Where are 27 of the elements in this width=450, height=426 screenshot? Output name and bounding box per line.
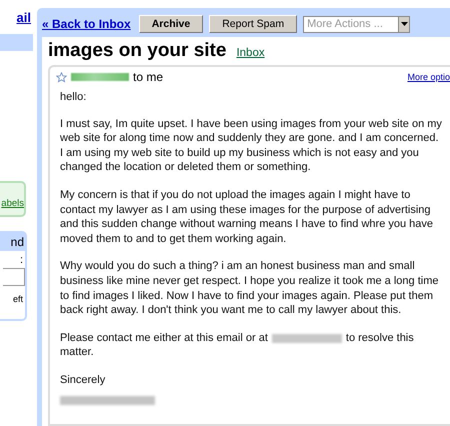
toolbar-button[interactable]: Report Spam xyxy=(209,15,298,33)
message-text: Please contact me either at this email or at xyxy=(60,330,268,346)
toolbar-button[interactable]: Archive xyxy=(138,15,204,33)
panel-title: nd xyxy=(0,233,25,251)
sidebar-band xyxy=(0,34,33,51)
sidebar-link[interactable]: ail xyxy=(0,10,33,25)
star-icon[interactable] xyxy=(56,72,67,82)
redacted-phone xyxy=(272,334,342,343)
more-actions-dropdown[interactable]: More Actions ... xyxy=(303,16,410,32)
panel-note: eft xyxy=(12,293,24,304)
field-label: : xyxy=(20,253,24,266)
recipient-text: to me xyxy=(133,70,164,84)
labels-link[interactable]: abels xyxy=(1,198,24,209)
input-field[interactable] xyxy=(3,268,25,286)
redacted-sender xyxy=(71,73,129,81)
message-paragraph: My concern is that if you do not upload the images again I might have to contact my lawyer as I am using these images for the purpose of advertising and this sudden change without warning means I have to find whre you have moved them to and to get them working again. xyxy=(60,188,434,246)
message-paragraph: I must say, Im quite upset. I have been using images from your web site on my web site for along time now and suddenly they are gone. and I am concerned. I am using my web site to build up my business which is not easy and you changed the location or deleted them or something. xyxy=(60,116,442,175)
message-text: to resolve this xyxy=(346,330,414,346)
back-to-inbox-link[interactable]: « Back to Inbox xyxy=(42,17,131,31)
caret-icon xyxy=(400,22,408,26)
closing-text: Sincerely xyxy=(60,372,106,388)
greeting-text: hello: xyxy=(60,90,88,105)
label-link[interactable]: Inbox xyxy=(236,47,265,59)
email-subject: images on your site xyxy=(48,40,226,62)
message-text: matter. xyxy=(60,345,95,360)
more-options-link[interactable]: More optio xyxy=(407,72,450,82)
message-paragraph: Why would you do such a thing? i am an honest business man and small business like mine never get respect. I hope you realize it took me a long time to find images I liked. Now I have to find your images again. Please put them back right away. I don't think you want me to call my lawyer about this. xyxy=(60,259,440,318)
